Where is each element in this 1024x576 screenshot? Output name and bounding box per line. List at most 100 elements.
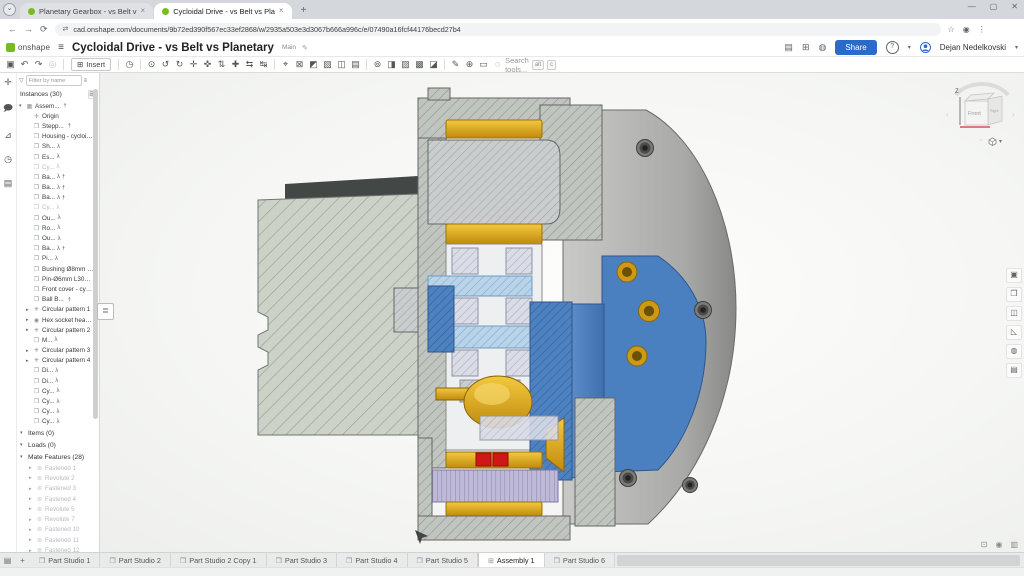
tree-item-bearing[interactable]: ❒ Ba... λ †: [17, 172, 99, 182]
measure-icon[interactable]: ⊕: [463, 58, 476, 71]
reload-icon[interactable]: ⟳: [40, 24, 48, 35]
ring-gear-section[interactable]: [430, 470, 558, 502]
mate-features-section-header[interactable]: ▾Mate Features (28): [17, 451, 99, 463]
tangent-mate-icon[interactable]: ↹: [257, 58, 270, 71]
tree-item-roller[interactable]: ❒ Ro... λ: [17, 223, 99, 233]
expand-icon[interactable]: ▸: [26, 348, 31, 354]
back-icon[interactable]: ←: [8, 24, 17, 34]
tree-item-front-cover[interactable]: ❒ Front cover - cycloi...: [17, 284, 99, 294]
tab-part-studio-4[interactable]: ❒ Part Studio 4: [337, 553, 407, 568]
tree-item-output[interactable]: ❒ Ou... λ: [17, 213, 99, 223]
expand-icon[interactable]: ▸: [26, 317, 31, 323]
maximize-icon[interactable]: ▢: [990, 2, 998, 11]
menu-icon[interactable]: ⋮: [978, 25, 986, 34]
mate-connector-tool-icon[interactable]: ✛: [4, 77, 12, 88]
mate-feature-fastened-1[interactable]: ▸ ⊚ Fastened 1: [17, 463, 99, 473]
list-options-icon[interactable]: ≡: [84, 78, 88, 84]
mate-feature-revolute-2[interactable]: ▸ ⊚ Revolute 2: [17, 473, 99, 483]
notifications-icon[interactable]: ◍: [818, 42, 826, 53]
tree-item-assembly-root[interactable]: ▾ ▦ Assem... †: [17, 101, 99, 111]
plane-toggle-icon[interactable]: ◺: [1006, 325, 1022, 340]
expand-icon[interactable]: ▸: [26, 307, 31, 313]
bearing-bottom-inner[interactable]: [446, 502, 542, 516]
mate-feature-fastened-10[interactable]: ▸ ⊚ Fastened 10: [17, 525, 99, 535]
tree-item-bearing[interactable]: ❒ Ba... λ †: [17, 183, 99, 193]
planar-mate-icon[interactable]: ✚: [229, 58, 242, 71]
panel-options-button[interactable]: ≣: [97, 303, 114, 320]
tree-item-disc[interactable]: ❒ Di... λ: [17, 366, 99, 376]
tree-item-part[interactable]: ❒ Es... λ: [17, 152, 99, 162]
expand-icon[interactable]: ▸: [29, 496, 34, 502]
tab-part-studio-1[interactable]: ❒ Part Studio 1: [30, 553, 100, 568]
orbit-icon[interactable]: ◉: [995, 540, 1002, 549]
pattern-icon[interactable]: ▧: [321, 58, 334, 71]
tree-item-circular-pattern-2[interactable]: ▸ ✳ Circular pattern 2: [17, 325, 99, 335]
tree-item-output[interactable]: ❒ Ou... λ: [17, 233, 99, 243]
onshape-logo[interactable]: onshape: [6, 43, 50, 52]
site-info-icon[interactable]: ⇄: [63, 25, 69, 33]
mate-feature-fastened-11[interactable]: ▸ ⊚ Fastened 11: [17, 535, 99, 545]
tree-item-pin-6mm[interactable]: ❒ Pin-Ø6mm L30mm ...: [17, 274, 99, 284]
view-settings-icon[interactable]: ▥: [1010, 540, 1018, 549]
sync-icon[interactable]: ◎: [46, 58, 59, 71]
document-menu-icon[interactable]: ≡: [58, 42, 64, 53]
help-button[interactable]: ?: [886, 41, 899, 54]
parallel-mate-icon[interactable]: ⇆: [243, 58, 256, 71]
expand-icon[interactable]: ▸: [29, 475, 34, 481]
mate-relation-icon[interactable]: ⊠: [293, 58, 306, 71]
mate-feature-fastened-4[interactable]: ▸ ⊚ Fastened 4: [17, 494, 99, 504]
section-view-icon[interactable]: ▨: [399, 58, 412, 71]
expand-icon[interactable]: ▸: [26, 327, 31, 333]
mate-feature-revolute-7[interactable]: ▸ ⊚ Revolute 7: [17, 514, 99, 524]
mate-connector-icon[interactable]: ▣: [4, 58, 17, 71]
tab-part-studio-2-copy-1[interactable]: ❒ Part Studio 2 Copy 1: [171, 553, 267, 568]
tab-assembly-1[interactable]: ⊞ Assembly 1: [478, 553, 545, 568]
forward-icon[interactable]: →: [24, 24, 33, 34]
comment-icon[interactable]: ▤: [784, 42, 793, 53]
expand-icon[interactable]: ▸: [29, 486, 34, 492]
display-states-toggle-icon[interactable]: ◫: [1006, 306, 1022, 321]
separator[interactable]: [63, 59, 64, 70]
profile-icon[interactable]: ◉: [963, 25, 970, 34]
apps-icon[interactable]: ⊞: [802, 42, 810, 53]
browser-tab-planetary[interactable]: Planetary Gearbox - vs Belt v ×: [20, 3, 153, 19]
tree-item-cylinder[interactable]: ❒ Cy... λ: [17, 407, 99, 417]
tree-item-part-m[interactable]: ❒ M... λ: [17, 335, 99, 345]
undo-icon[interactable]: ↶: [18, 58, 31, 71]
separator[interactable]: [274, 59, 275, 70]
tree-item-stepper[interactable]: ❒ Stepp... †: [17, 121, 99, 131]
tree-item-circular-pattern-3[interactable]: ▸ ✳ Circular pattern 3: [17, 346, 99, 356]
bearing-top-inner[interactable]: [446, 224, 542, 244]
tab-close-icon[interactable]: ×: [279, 7, 284, 15]
panel-scrollbar[interactable]: [93, 89, 98, 419]
search-tools[interactable]: Search tools... alt c: [505, 56, 556, 74]
assembly-feature-icon[interactable]: ⊚: [371, 58, 384, 71]
bookmark-icon[interactable]: ☆: [948, 25, 955, 34]
isolate-icon[interactable]: ◪: [427, 58, 440, 71]
mate-feature-fastened-3[interactable]: ▸ ⊚ Fastened 3: [17, 484, 99, 494]
tree-item-cylinder[interactable]: ❒ Cy... λ: [17, 386, 99, 396]
user-name[interactable]: Dejan Nedelkovski: [940, 43, 1006, 52]
history-panel-icon[interactable]: ◷: [4, 154, 12, 165]
replicate-icon[interactable]: ◩: [307, 58, 320, 71]
input-shaft-section[interactable]: [428, 140, 560, 224]
mate-feature-fastened-12[interactable]: ▸ ⊚ Fastened 12: [17, 545, 99, 552]
view-cube[interactable]: ‹ › ⌄ Z Front Right: [944, 81, 1018, 143]
help-caret-icon[interactable]: ▾: [908, 44, 911, 51]
tree-item-cycloidal-disc[interactable]: ❒ Cy... λ: [17, 162, 99, 172]
insert-button[interactable]: ⊞ Insert: [71, 58, 111, 71]
bom-toggle-icon[interactable]: ▤: [1006, 363, 1022, 378]
appearance-icon[interactable]: ▩: [413, 58, 426, 71]
display-states-icon[interactable]: ◨: [385, 58, 398, 71]
filter-icon[interactable]: ▽: [19, 77, 24, 84]
close-icon[interactable]: ✕: [1011, 2, 1018, 11]
items-section-header[interactable]: ▾Items (0): [17, 427, 99, 439]
tab-part-studio-2[interactable]: ❒ Part Studio 2: [100, 553, 170, 568]
tab-search-button[interactable]: ⌄: [3, 3, 16, 16]
user-avatar[interactable]: [920, 42, 931, 53]
user-caret-icon[interactable]: ▾: [1015, 44, 1018, 51]
separator[interactable]: [140, 59, 141, 70]
tree-item-pin[interactable]: ❒ Pi... λ: [17, 254, 99, 264]
frame-icon[interactable]: ▭: [477, 58, 490, 71]
fit-view-icon[interactable]: ⊡: [981, 540, 988, 549]
